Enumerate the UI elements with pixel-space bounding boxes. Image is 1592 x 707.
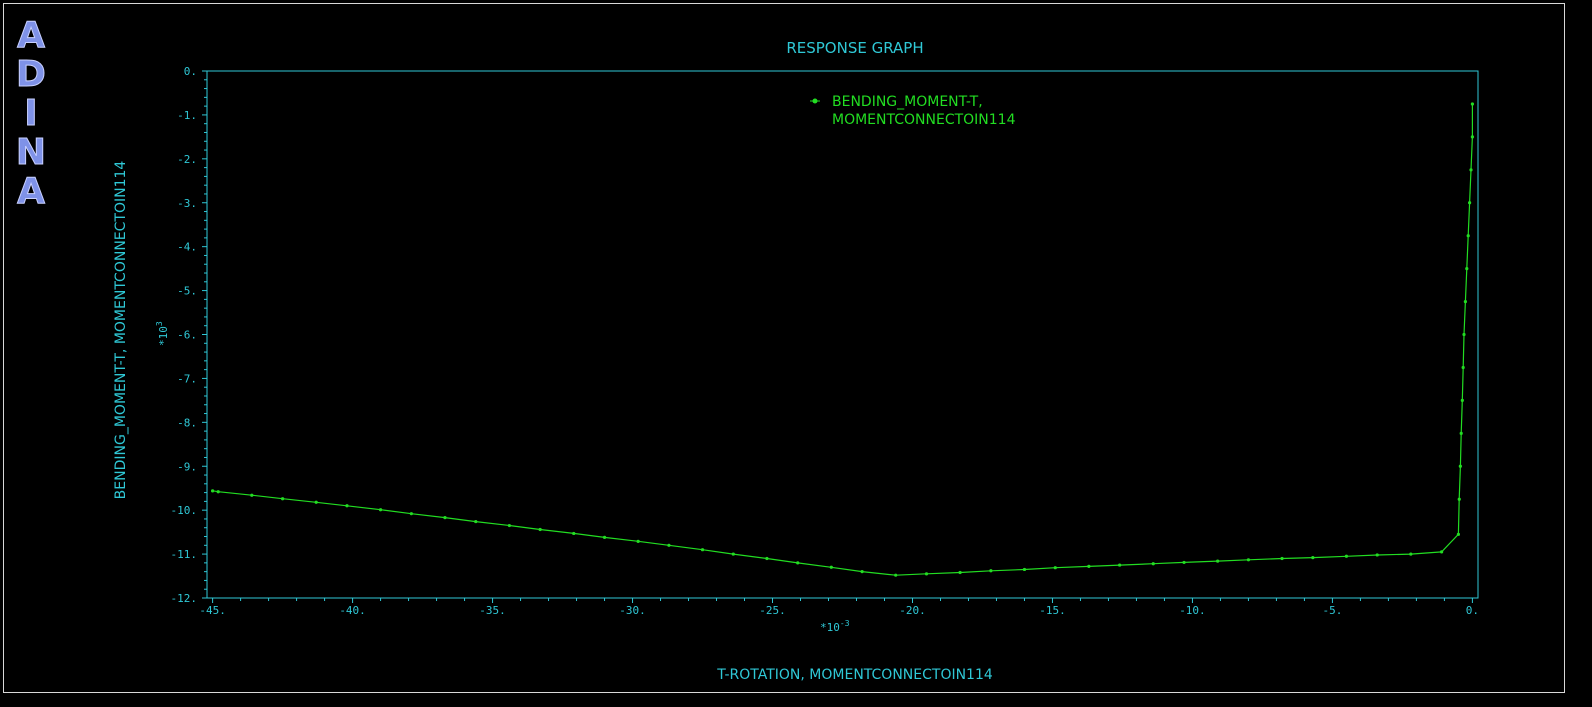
data-point <box>314 500 318 504</box>
data-point <box>1216 559 1220 563</box>
data-point <box>572 531 576 536</box>
data-point <box>250 493 254 497</box>
chart-title: RESPONSE GRAPH <box>786 39 923 57</box>
y-axis: 0. -1. -2. -3. -4. -5. -6. -7. -8. -9. -10. -11. -12… <box>171 65 207 605</box>
legend-label-line-2: MOMENTCONNECTOIN114 <box>832 112 1016 128</box>
data-point <box>1458 464 1462 468</box>
data-point <box>280 497 285 501</box>
data-point <box>667 543 671 547</box>
x-tick-label: -10. <box>1179 604 1206 617</box>
data-point <box>345 504 349 508</box>
legend-label-line-1: BENDING_MOMENT-T, <box>832 94 983 110</box>
data-point <box>1440 550 1444 554</box>
x-tick-label: -20. <box>899 604 926 617</box>
data-point <box>1344 554 1349 558</box>
data-point <box>474 519 478 524</box>
data-point <box>507 523 511 528</box>
data-point <box>1087 564 1091 568</box>
x-tick-label: -35. <box>479 604 506 617</box>
y-axis-title: BENDING_MOMENT-T, MOMENTCONNECTOIN114 <box>113 161 129 500</box>
x-axis-multiplier: *10-3 <box>820 619 850 634</box>
y-tick-label: -4. <box>177 241 197 254</box>
data-point <box>1280 556 1284 561</box>
data-point <box>1182 560 1186 565</box>
data-point <box>860 570 864 574</box>
x-tick-label: -25. <box>759 604 786 617</box>
data-point <box>958 570 962 575</box>
data-point <box>894 573 898 577</box>
y-tick-label: -5. <box>177 285 197 298</box>
data-point <box>829 565 833 569</box>
data-point <box>1375 553 1379 557</box>
data-point <box>765 556 769 561</box>
data-point <box>1468 201 1472 205</box>
y-tick-label: -1. <box>177 109 197 122</box>
x-tick-label: -30. <box>619 604 646 617</box>
data-point <box>1053 566 1057 570</box>
data-point <box>443 516 447 520</box>
y-tick-label: -7. <box>177 372 197 385</box>
y-tick-label: -11. <box>171 548 198 561</box>
data-point <box>1469 168 1473 172</box>
data-point <box>602 535 607 539</box>
data-point <box>1246 558 1251 562</box>
x-tick-label: -5. <box>1322 604 1342 617</box>
y-axis-multiplier: *103 <box>155 321 170 346</box>
data-point <box>409 512 413 516</box>
series-bending-moment <box>210 102 1475 577</box>
data-point <box>1151 562 1155 566</box>
data-point <box>1465 267 1469 271</box>
y-tick-label: -8. <box>177 416 197 429</box>
data-point <box>796 561 800 565</box>
data-point <box>1456 532 1461 536</box>
data-point <box>700 548 705 552</box>
x-tick-label: -15. <box>1039 604 1066 617</box>
x-tick-label: -40. <box>339 604 366 617</box>
data-point <box>636 539 640 543</box>
data-point <box>989 569 993 573</box>
y-tick-label: -12. <box>171 592 198 605</box>
data-point <box>1457 497 1461 501</box>
data-point <box>1460 398 1464 402</box>
data-point <box>1470 102 1475 106</box>
data-point <box>1470 135 1475 139</box>
data-point <box>1459 431 1463 435</box>
data-point <box>1409 552 1413 556</box>
x-axis-title: T-ROTATION, MOMENTCONNECTOIN114 <box>716 667 993 683</box>
data-point <box>1462 332 1466 337</box>
y-tick-label: -6. <box>177 329 197 342</box>
legend: BENDING_MOMENT-T, MOMENTCONNECTOIN114 <box>810 94 1016 128</box>
data-point <box>1118 563 1122 567</box>
data-point <box>924 572 929 576</box>
data-point <box>210 489 215 493</box>
data-point <box>1466 234 1470 238</box>
data-point <box>538 527 542 532</box>
data-point <box>731 552 735 556</box>
y-tick-label: -10. <box>171 504 198 517</box>
data-point <box>1463 299 1468 304</box>
data-point <box>378 508 383 512</box>
series-line <box>212 103 1473 576</box>
x-tick-label: 0. <box>1466 604 1479 617</box>
plot-area <box>206 70 1479 599</box>
y-tick-label: -2. <box>177 153 197 166</box>
data-point <box>1022 567 1027 572</box>
x-tick-label: -45. <box>199 604 226 617</box>
y-tick-label: -3. <box>177 197 197 210</box>
response-graph: RESPONSE GRAPH -45. -40. -35. -30. -25. -20. -… <box>113 39 1479 683</box>
data-point <box>1311 555 1315 560</box>
data-point <box>216 490 220 494</box>
y-tick-label: 0. <box>184 65 197 78</box>
data-point <box>1461 365 1465 370</box>
x-axis: -45. -40. -35. -30. -25. -20. -15. -10. -5. 0. <box>199 598 1479 617</box>
y-tick-label: -9. <box>177 460 197 473</box>
